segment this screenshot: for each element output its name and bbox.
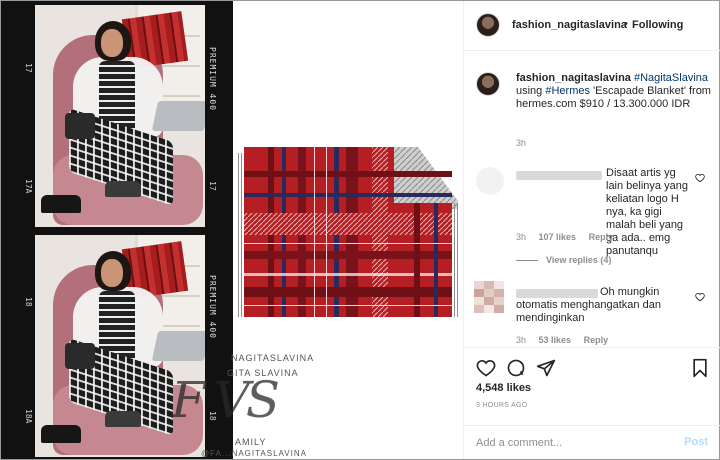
redacted-username [516, 171, 602, 180]
caption-text: using [516, 85, 543, 97]
bookmark-icon[interactable] [690, 358, 710, 378]
frame-number: 17 [24, 63, 33, 73]
header-username[interactable]: fashion_nagitaslavina [512, 19, 627, 31]
comment-like-heart-icon[interactable] [695, 173, 705, 183]
view-replies-button[interactable]: View replies (4) [516, 255, 611, 265]
likes-count[interactable]: 4,548 likes [476, 382, 531, 394]
add-comment-bar: Post [464, 425, 720, 459]
comment-like-heart-icon[interactable] [695, 292, 705, 302]
post-header: fashion_nagitaslavina • Following [464, 1, 720, 51]
caption-timestamp: 3h [516, 138, 527, 148]
share-icon[interactable] [536, 358, 556, 378]
comment-avatar[interactable] [476, 167, 504, 195]
header-separator: • [624, 18, 628, 30]
comment-input[interactable] [476, 434, 676, 452]
film-stock-label: PREMIUM 400 [208, 47, 217, 111]
frame-number-a: 17A [24, 179, 33, 194]
post-actions: 4,548 likes 3 HOURS AGO [464, 347, 720, 417]
frame-number: 17 [208, 181, 217, 191]
post-caption: fashion_nagitaslavina #NagitaSlavina usi… [516, 72, 712, 111]
comment-text: Oh mungkin otomatis menghangatkan dan me… [516, 286, 661, 324]
following-button[interactable]: Following [632, 19, 683, 31]
frame-number: 18 [24, 297, 33, 307]
post-image[interactable]: 17 17A PREMIUM 400 17 18 18A PREMIUM 400… [1, 1, 463, 459]
comment-likes[interactable]: 53 likes [539, 335, 572, 345]
comment-time: 3h [516, 232, 527, 242]
caption-avatar[interactable] [476, 72, 500, 96]
hashtag-link[interactable]: #NagitaSlavina [634, 72, 708, 84]
blanket-product-image [238, 147, 458, 317]
post-timestamp: 3 HOURS AGO [476, 402, 528, 409]
comment-meta: 3h 107 likes Reply [516, 232, 613, 242]
watermark-text: AMILY [235, 437, 267, 447]
photo-frame-top [35, 5, 205, 227]
frame-number-a: 18A [24, 409, 33, 424]
post-comment-button[interactable]: Post [684, 436, 708, 448]
comment-icon[interactable] [506, 358, 526, 378]
reply-button[interactable]: Reply [584, 335, 609, 345]
comment-time: 3h [516, 335, 527, 345]
watermark-handle: @FA...NAGITASLAVINA [201, 449, 307, 458]
heart-icon[interactable] [476, 358, 496, 378]
film-stock-label: PREMIUM 400 [208, 275, 217, 339]
caption-username[interactable]: fashion_nagitaslavina [516, 72, 631, 84]
pixelated-avatar[interactable] [474, 281, 504, 313]
watermark-text: NAGITASLAVINA [231, 353, 315, 363]
post-side-panel: fashion_nagitaslavina • Following fashio… [463, 1, 720, 459]
view-replies-label: View replies (4) [546, 255, 612, 265]
avatar[interactable] [476, 13, 500, 37]
comment-meta: 3h 53 likes Reply [516, 335, 608, 345]
comment-likes[interactable]: 107 likes [539, 232, 577, 242]
comment-text: Disaat artis yg lain belinya yang keliat… [606, 167, 688, 257]
hashtag-link[interactable]: #Hermes [545, 85, 590, 97]
reply-button[interactable]: Reply [589, 232, 614, 242]
watermark-monogram: F VS [171, 371, 280, 429]
